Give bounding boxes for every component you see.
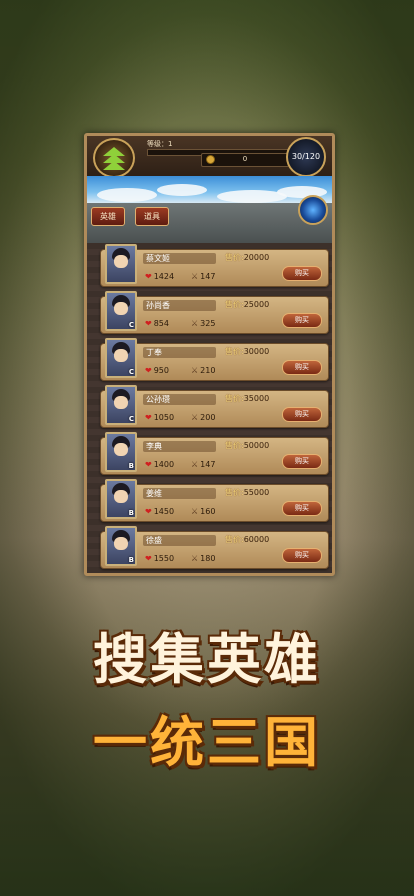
slogan-line-1: 搜集英雄 <box>93 628 321 691</box>
hero-hp: ❤ 1424 <box>145 272 175 281</box>
level-label: 等级：1 <box>147 140 173 148</box>
hero-hp: ❤ 1550 <box>145 554 175 563</box>
hero-card: 蔡文姬 售价:20000 ❤ 1424 ⚔ 147 购买 <box>100 244 329 287</box>
hero-card: B 徐盛 售价:60000 ❤ 1550 ⚔ 180 购买 <box>100 526 329 569</box>
hero-price: 售价:25000 <box>225 300 270 309</box>
hero-price: 售价:50000 <box>225 441 270 450</box>
attack-icon: ⚔ <box>191 554 199 563</box>
buy-button[interactable]: 购买 <box>282 360 322 375</box>
hero-price: 售价:35000 <box>225 394 270 403</box>
hero-portrait: B <box>105 479 137 519</box>
hero-name: 公孙瓒 <box>143 394 216 405</box>
attack-icon: ⚔ <box>191 366 199 375</box>
buy-button[interactable]: 购买 <box>282 548 322 563</box>
hero-card: B 李典 售价:50000 ❤ 1400 ⚔ 147 购买 <box>100 432 329 475</box>
attack-icon: ⚔ <box>191 460 199 469</box>
hero-attack: ⚔ 180 <box>191 554 216 563</box>
heart-icon: ❤ <box>145 272 152 281</box>
hero-attack: ⚔ 210 <box>191 366 216 375</box>
tab-items[interactable]: 道具 <box>135 207 169 226</box>
heart-icon: ❤ <box>145 366 152 375</box>
hero-card: C 丁奉 售价:30000 ❤ 950 ⚔ 210 购买 <box>100 338 329 381</box>
hero-hp: ❤ 854 <box>145 319 169 328</box>
level-chevron-icon <box>93 138 135 178</box>
heart-icon: ❤ <box>145 319 152 328</box>
coin-counter: 0 <box>201 153 289 167</box>
hero-name: 李典 <box>143 441 216 452</box>
hero-hp: ❤ 1050 <box>145 413 175 422</box>
hero-price: 售价:60000 <box>225 535 270 544</box>
hero-portrait: B <box>105 432 137 472</box>
attack-icon: ⚔ <box>191 413 199 422</box>
buy-button[interactable]: 购买 <box>282 501 322 516</box>
hero-portrait: C <box>105 291 137 331</box>
sky-banner <box>87 176 332 203</box>
attack-icon: ⚔ <box>191 507 199 516</box>
hero-attack: ⚔ 147 <box>191 272 216 281</box>
hero-name: 姜维 <box>143 488 216 499</box>
hero-portrait: B <box>105 526 137 566</box>
hero-hp: ❤ 1450 <box>145 507 175 516</box>
heart-icon: ❤ <box>145 460 152 469</box>
hero-hp: ❤ 950 <box>145 366 169 375</box>
heart-icon: ❤ <box>145 507 152 516</box>
hero-name: 丁奉 <box>143 347 216 358</box>
buy-button[interactable]: 购买 <box>282 313 322 328</box>
heart-icon: ❤ <box>145 413 152 422</box>
hero-portrait: C <box>105 338 137 378</box>
hero-card: C 孙尚香 售价:25000 ❤ 854 ⚔ 325 购买 <box>100 291 329 334</box>
slogan-line-2: 一统三国 <box>93 711 321 774</box>
hero-attack: ⚔ 325 <box>191 319 216 328</box>
hero-list: 蔡文姬 售价:20000 ❤ 1424 ⚔ 147 购买 C 孙尚香 售价:2500… <box>87 243 332 573</box>
hero-price: 售价:55000 <box>225 488 270 497</box>
hero-price: 售价:30000 <box>225 347 270 356</box>
buy-button[interactable]: 购买 <box>282 454 322 469</box>
attack-icon: ⚔ <box>191 319 199 328</box>
hero-name: 蔡文姬 <box>143 253 216 264</box>
heart-icon: ❤ <box>145 554 152 563</box>
hero-attack: ⚔ 160 <box>191 507 216 516</box>
hero-portrait <box>105 244 137 284</box>
hero-card: B 姜维 售价:55000 ❤ 1450 ⚔ 160 购买 <box>100 479 329 522</box>
attack-icon: ⚔ <box>191 272 199 281</box>
orb-icon[interactable] <box>298 195 328 225</box>
top-bar: 等级：1 0 30/120 <box>87 136 332 178</box>
hero-portrait: C <box>105 385 137 425</box>
hero-name: 徐盛 <box>143 535 216 546</box>
hero-attack: ⚔ 200 <box>191 413 216 422</box>
hero-name: 孙尚香 <box>143 300 216 311</box>
tab-heroes[interactable]: 英雄 <box>91 207 125 226</box>
hero-attack: ⚔ 147 <box>191 460 216 469</box>
game-screen: 等级：1 0 30/120 英雄 道具 蔡文姬 售价:20000 ❤ 1424 ⚔… <box>84 133 335 576</box>
buy-button[interactable]: 购买 <box>282 407 322 422</box>
coin-value: 0 <box>242 155 248 163</box>
hero-price: 售价:20000 <box>225 253 270 262</box>
buy-button[interactable]: 购买 <box>282 266 322 281</box>
hero-hp: ❤ 1400 <box>145 460 175 469</box>
energy-indicator[interactable]: 30/120 <box>286 137 326 177</box>
hero-card: C 公孙瓒 售价:35000 ❤ 1050 ⚔ 200 购买 <box>100 385 329 428</box>
tab-bar: 英雄 道具 <box>87 195 332 245</box>
